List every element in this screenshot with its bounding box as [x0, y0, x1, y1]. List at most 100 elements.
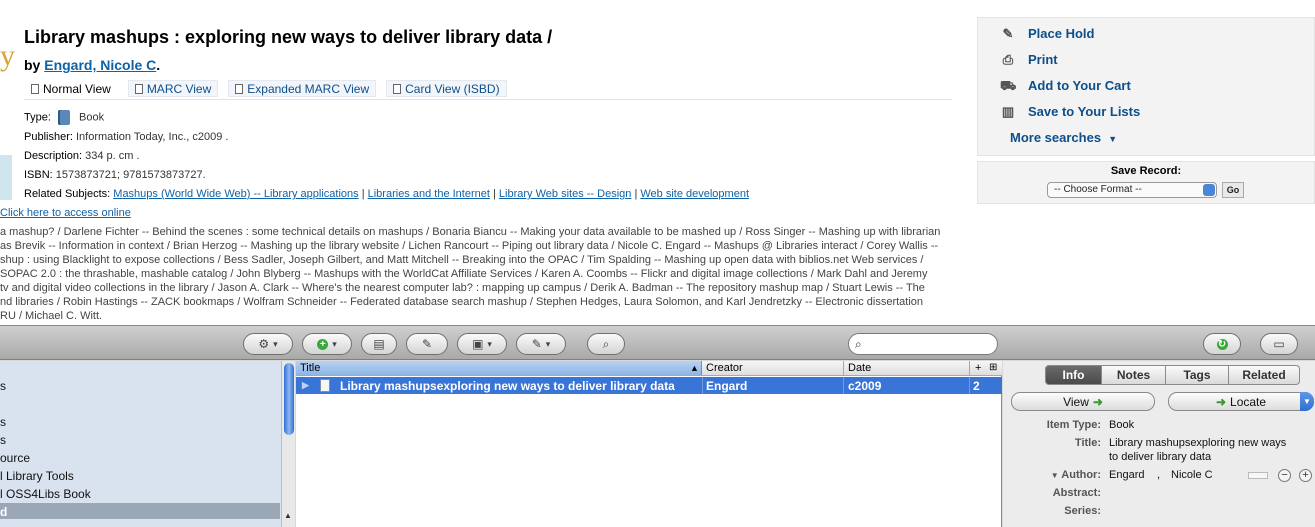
more-searches-label: More searches — [1010, 130, 1102, 145]
author-label-text: Author: — [1061, 469, 1101, 481]
creator-column-header[interactable]: Creator — [706, 362, 743, 374]
gear-icon: ⚙ — [258, 337, 270, 351]
item-title: Library mashupsexploring new ways to del… — [340, 379, 675, 393]
contents-note: a mashup? / Darlene Fichter -- Behind th… — [0, 225, 950, 323]
collection-item[interactable]: s — [0, 415, 6, 429]
collections-tree: s s s ource l Library Tools l OSS4Libs B… — [0, 361, 295, 527]
note-add-icon: ▣ — [472, 337, 484, 351]
subject-link[interactable]: Library Web sites -- Design — [499, 188, 631, 200]
action-label: Add to Your Cart — [1028, 78, 1131, 93]
new-note-button[interactable]: ✎ — [406, 333, 448, 355]
collection-item[interactable]: d — [0, 505, 7, 519]
search-icon: ⌕ — [602, 337, 610, 351]
paperclip-icon: ✎ — [531, 337, 542, 351]
format-select[interactable]: -- Choose Format -- — [1047, 182, 1217, 198]
subject-link[interactable]: Mashups (World Wide Web) -- Library appl… — [113, 188, 358, 200]
actions-menu-button[interactable]: ⚙ ▾ — [243, 333, 293, 355]
author-link[interactable]: Engard, Nicole C — [44, 57, 156, 73]
title-value-line1[interactable]: Library mashupsexploring new ways — [1109, 437, 1286, 449]
item-type-value[interactable]: Book — [1109, 419, 1134, 431]
tab-notes[interactable]: Notes — [1102, 365, 1166, 385]
meta-description: Description: 334 p. cm . — [24, 150, 140, 162]
meta-isbn: ISBN: 1573873721; 9781573873727. — [24, 169, 206, 181]
sync-button[interactable]: ↻ — [1203, 333, 1241, 355]
tab-normal-view[interactable]: Normal View — [24, 80, 118, 97]
book-icon — [57, 110, 70, 125]
view-button[interactable]: View ➜ — [1011, 392, 1155, 411]
table-row[interactable]: ▶ Library mashupsexploring new ways to d… — [296, 377, 1002, 394]
cart-icon: ⛟ — [1000, 78, 1017, 93]
abstract-label: Abstract: — [1052, 487, 1101, 499]
new-item-from-page-button[interactable]: ▤ — [361, 333, 397, 355]
attachments-column-header[interactable]: + — [975, 362, 981, 374]
chevron-down-icon[interactable]: ▼ — [1300, 392, 1314, 411]
tab-marc-view[interactable]: MARC View — [127, 80, 219, 97]
expand-triangle-icon[interactable]: ▶ — [302, 380, 309, 391]
collection-item[interactable]: l OSS4Libs Book — [0, 487, 91, 501]
column-divider — [702, 377, 703, 394]
item-pane-tabs: Info Notes Tags Related — [1045, 365, 1300, 385]
tab-tags[interactable]: Tags — [1166, 365, 1229, 385]
tab-info[interactable]: Info — [1045, 365, 1102, 385]
isbn-label: ISBN: — [24, 169, 53, 181]
subject-link[interactable]: Web site development — [640, 188, 749, 200]
scrollbar-thumb[interactable] — [284, 363, 294, 435]
tab-expanded-marc-view[interactable]: Expanded MARC View — [228, 80, 377, 97]
attach-link-button[interactable]: ✎ ▾ — [516, 333, 566, 355]
collection-item[interactable]: s — [0, 433, 6, 447]
author-suffix: . — [156, 57, 161, 73]
tab-label: Card View (ISBD) — [405, 81, 500, 96]
book-cover-thumbnail[interactable]: y — [0, 30, 15, 205]
items-list: Title ▲ Creator Date + ⊞ ▶ Library mashu… — [296, 361, 1002, 527]
more-searches-link[interactable]: More searches ▼ — [1010, 130, 1117, 145]
author-mode-toggle[interactable] — [1248, 472, 1268, 479]
author-first-name[interactable]: Nicole C — [1171, 469, 1213, 481]
place-hold-link[interactable]: ✎ Place Hold — [1000, 26, 1095, 41]
tab-related[interactable]: Related — [1229, 365, 1300, 385]
title-value-line2[interactable]: to deliver library data — [1109, 451, 1211, 463]
item-count: 2 — [973, 379, 980, 393]
minus-icon[interactable]: − — [1278, 469, 1291, 482]
online-access: Click here to access online — [0, 207, 131, 219]
collection-item[interactable]: s — [0, 379, 6, 393]
new-item-button[interactable]: + ▾ — [302, 333, 352, 355]
save-to-lists-link[interactable]: ▥ Save to Your Lists — [1000, 104, 1140, 119]
add-attachment-button[interactable]: ▣ ▾ — [457, 333, 507, 355]
author-last-name[interactable]: Engard — [1109, 469, 1144, 481]
column-picker-icon[interactable]: ⊞ — [989, 362, 997, 373]
contents-line: SOPAC 2.0 : the thrashable, mashable cat… — [0, 268, 928, 280]
action-label: Save to Your Lists — [1028, 104, 1141, 119]
plus-icon[interactable]: + — [1299, 469, 1312, 482]
print-link[interactable]: ⎙ Print — [1000, 52, 1058, 67]
item-pane: Info Notes Tags Related View ➜ ➜ Locate ▼ I… — [1003, 361, 1315, 527]
collection-item[interactable]: l Library Tools — [0, 469, 74, 483]
description-value: 334 p. cm . — [85, 150, 140, 162]
collection-item[interactable]: ource — [0, 451, 30, 465]
subject-link[interactable]: Libraries and the Internet — [368, 188, 490, 200]
publisher-label: Publisher: — [24, 131, 73, 143]
author-label[interactable]: ▼ Author: — [1013, 469, 1101, 481]
chevron-updown-icon — [1203, 184, 1215, 196]
series-label: Series: — [1064, 505, 1101, 517]
scroll-up-arrow-icon[interactable]: ▲ — [284, 511, 292, 520]
author-comma: , — [1157, 469, 1161, 481]
tab-card-view[interactable]: Card View (ISBD) — [386, 80, 507, 97]
title-column-header[interactable]: Title — [300, 362, 320, 374]
subjects-label: Related Subjects: — [24, 188, 111, 200]
type-value: Book — [79, 111, 105, 124]
advanced-search-button[interactable]: ⌕ — [587, 333, 625, 355]
online-access-link[interactable]: Click here to access online — [0, 207, 131, 219]
book-item-icon — [320, 379, 330, 392]
collections-scrollbar[interactable]: ▲ — [281, 361, 295, 527]
date-column-header[interactable]: Date — [848, 362, 871, 374]
format-select-value: -- Choose Format -- — [1054, 184, 1142, 195]
search-input[interactable]: ⌕ — [848, 333, 998, 355]
locate-button[interactable]: ➜ Locate ▼ — [1168, 392, 1314, 411]
note-icon: ✎ — [421, 337, 433, 351]
go-button[interactable]: Go — [1222, 182, 1244, 198]
actions-panel: ✎ Place Hold ⎙ Print ⛟ Add to Your Cart ▥ Sa… — [977, 17, 1315, 156]
fullscreen-button[interactable]: ▭ — [1260, 333, 1298, 355]
add-to-cart-link[interactable]: ⛟ Add to Your Cart — [1000, 78, 1131, 93]
subject-separator: | — [361, 188, 365, 200]
cover-art-band — [0, 155, 12, 200]
